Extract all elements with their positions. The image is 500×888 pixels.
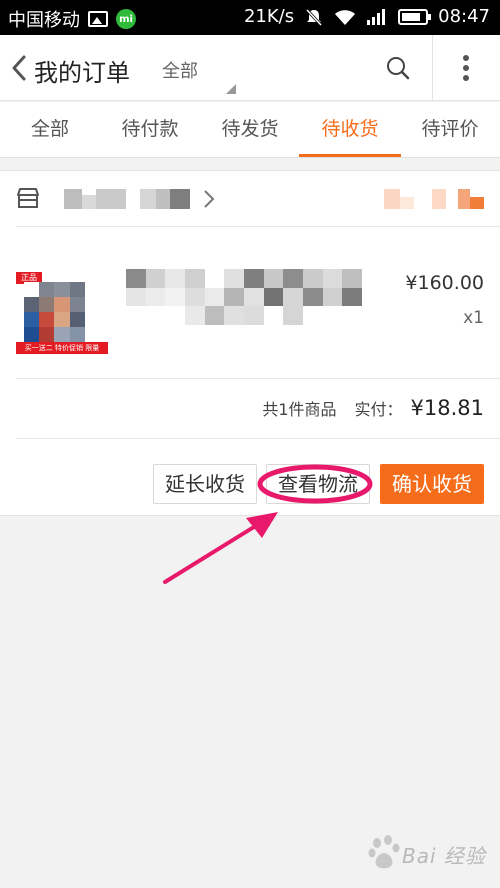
shop-row[interactable] bbox=[0, 171, 500, 226]
more-icon[interactable] bbox=[458, 53, 474, 83]
extend-receipt-button[interactable]: 延长收货 bbox=[153, 464, 257, 504]
divider bbox=[16, 226, 500, 227]
shop-name-blurred bbox=[64, 189, 190, 209]
app-header: 我的订单 全部 bbox=[0, 35, 500, 101]
promo-strip: 买一送二 特价促销 限量 bbox=[16, 342, 108, 354]
page-title: 我的订单 bbox=[34, 59, 130, 87]
order-status-blurred bbox=[384, 189, 484, 209]
order-card: 正品 买一送二 特价促销 限量 ¥160.00 x1 共1件商品 实付： ¥18… bbox=[0, 170, 500, 516]
tab-pending-payment[interactable]: 待付款 bbox=[100, 102, 200, 157]
paid-label: 实付： bbox=[354, 400, 403, 419]
confirm-receipt-button[interactable]: 确认收货 bbox=[380, 464, 484, 504]
product-quantity: x1 bbox=[463, 308, 484, 328]
filter-dropdown[interactable]: 全部 bbox=[162, 57, 198, 83]
order-tabs: 全部 待付款 待发货 待收货 待评价 bbox=[0, 102, 500, 158]
baidu-jingyan-watermark: Bai 经验 bbox=[368, 834, 488, 874]
watermark-text: Bai 经验 bbox=[402, 844, 486, 868]
product-image-mosaic bbox=[24, 282, 100, 342]
paw-icon bbox=[368, 835, 400, 869]
tab-pending-receipt[interactable]: 待收货 bbox=[299, 102, 401, 157]
item-count: 共1件商品 bbox=[262, 400, 337, 419]
wifi-icon bbox=[335, 9, 356, 25]
signal-icon bbox=[367, 8, 386, 25]
paid-amount: ¥18.81 bbox=[410, 396, 484, 420]
status-bar: 中国移动 mi 21K/s 08:47 bbox=[0, 0, 500, 35]
battery-icon bbox=[398, 8, 432, 25]
network-speed: 21K/s bbox=[243, 6, 295, 27]
search-icon[interactable] bbox=[385, 55, 411, 81]
carrier-label: 中国移动 bbox=[8, 10, 80, 31]
store-icon bbox=[17, 188, 39, 208]
mi-icon: mi bbox=[116, 9, 136, 29]
tab-pending-shipment[interactable]: 待发货 bbox=[200, 102, 300, 157]
order-summary: 共1件商品 实付： ¥18.81 bbox=[262, 396, 484, 420]
header-divider bbox=[432, 35, 433, 101]
image-icon bbox=[88, 11, 108, 27]
clock: 08:47 bbox=[438, 6, 490, 27]
product-thumbnail[interactable]: 正品 买一送二 特价促销 限量 bbox=[16, 270, 108, 354]
dropdown-corner-icon bbox=[226, 84, 236, 94]
divider bbox=[16, 438, 500, 439]
annotation-arrow-shaft bbox=[163, 520, 264, 584]
back-icon[interactable] bbox=[8, 53, 32, 83]
chevron-right-icon bbox=[204, 190, 215, 208]
tab-all[interactable]: 全部 bbox=[0, 102, 100, 157]
mute-icon bbox=[306, 8, 323, 26]
tab-pending-review[interactable]: 待评价 bbox=[400, 102, 500, 157]
divider bbox=[16, 378, 500, 379]
product-title-blurred[interactable] bbox=[126, 269, 362, 325]
view-logistics-button[interactable]: 查看物流 bbox=[266, 464, 370, 504]
product-price: ¥160.00 bbox=[405, 272, 484, 294]
